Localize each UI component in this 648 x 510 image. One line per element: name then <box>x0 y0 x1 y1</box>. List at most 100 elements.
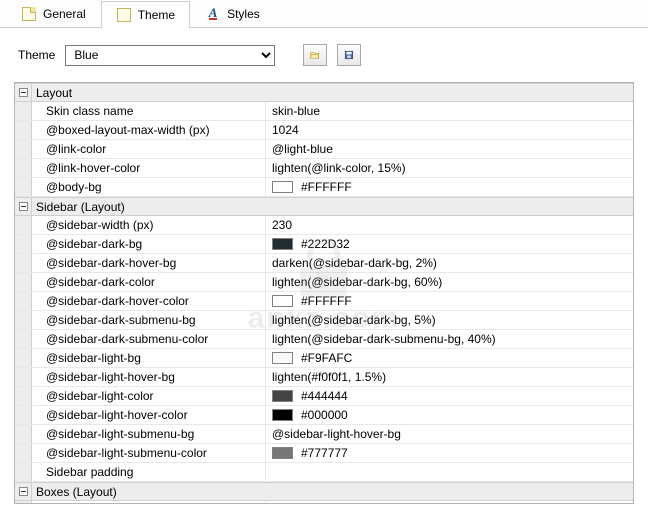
property-value-cell[interactable]: #222D32 <box>266 235 633 253</box>
theme-label: Theme <box>18 48 55 62</box>
property-value-cell[interactable]: #F4F4F4 <box>266 501 633 503</box>
row-gutter <box>15 254 32 272</box>
row-gutter <box>15 102 32 120</box>
property-name: @link-color <box>32 140 266 158</box>
row-gutter <box>15 501 32 503</box>
color-swatch <box>272 409 293 421</box>
property-value-cell[interactable]: 1024 <box>266 121 633 139</box>
color-swatch <box>272 352 293 364</box>
save-button[interactable] <box>337 44 361 66</box>
property-value: lighten(@sidebar-dark-bg, 5%) <box>272 313 436 327</box>
property-name: @box-border-color <box>32 501 266 503</box>
row-gutter <box>15 178 32 196</box>
row-gutter <box>15 216 32 234</box>
property-name: @sidebar-light-color <box>32 387 266 405</box>
row-gutter <box>15 235 32 253</box>
property-value: #FFFFFF <box>301 180 352 194</box>
property-value: @light-blue <box>272 142 333 156</box>
property-name: @sidebar-dark-bg <box>32 235 266 253</box>
property-row[interactable]: @sidebar-dark-bg#222D32 <box>15 235 633 254</box>
group-label: Boxes (Layout) <box>32 485 117 499</box>
grid-body[interactable]: LayoutSkin class nameskin-blue@boxed-lay… <box>15 83 633 503</box>
collapse-toggle[interactable] <box>15 483 32 500</box>
property-name: @sidebar-dark-hover-bg <box>32 254 266 272</box>
folder-open-icon <box>310 48 320 62</box>
property-value-cell[interactable]: #F9FAFC <box>266 349 633 367</box>
collapse-toggle[interactable] <box>15 198 32 215</box>
property-value-cell[interactable]: darken(@sidebar-dark-bg, 2%) <box>266 254 633 272</box>
row-gutter <box>15 330 32 348</box>
property-name: @sidebar-light-submenu-bg <box>32 425 266 443</box>
property-value-cell[interactable]: 230 <box>266 216 633 234</box>
property-row[interactable]: @link-color @light-blue <box>15 140 633 159</box>
property-row[interactable]: @sidebar-light-bg#F9FAFC <box>15 349 633 368</box>
property-row[interactable]: @sidebar-dark-submenu-colorlighten(@side… <box>15 330 633 349</box>
group-header[interactable]: Layout <box>15 83 633 102</box>
property-value-cell[interactable]: lighten(@sidebar-dark-submenu-bg, 40%) <box>266 330 633 348</box>
property-name: @sidebar-dark-submenu-color <box>32 330 266 348</box>
property-value-cell[interactable]: #000000 <box>266 406 633 424</box>
collapse-toggle[interactable] <box>15 84 32 101</box>
property-value: 1024 <box>272 123 299 137</box>
property-value-cell[interactable]: @sidebar-light-hover-bg <box>266 425 633 443</box>
property-row[interactable]: @boxed-layout-max-width (px)1024 <box>15 121 633 140</box>
color-swatch <box>272 447 293 459</box>
property-row[interactable]: @sidebar-light-hover-bg lighten(#f0f0f1, … <box>15 368 633 387</box>
property-value: lighten(#f0f0f1, 1.5%) <box>272 370 386 384</box>
property-value-cell[interactable]: #FFFFFF <box>266 178 633 196</box>
property-row[interactable]: @sidebar-light-submenu-bg@sidebar-light-… <box>15 425 633 444</box>
property-value-cell[interactable]: lighten(@link-color, 15%) <box>266 159 633 177</box>
property-grid: LayoutSkin class nameskin-blue@boxed-lay… <box>14 82 634 504</box>
tab-styles[interactable]: A Styles <box>190 0 275 28</box>
property-value: lighten(@sidebar-dark-bg, 60%) <box>272 275 442 289</box>
tab-theme[interactable]: Theme <box>101 1 190 29</box>
color-swatch <box>272 238 293 250</box>
tab-general[interactable]: General <box>6 0 101 28</box>
tab-label: Styles <box>227 7 260 21</box>
property-value-cell[interactable]: skin-blue <box>266 102 633 120</box>
row-gutter <box>15 444 32 462</box>
property-value: 230 <box>272 218 292 232</box>
property-value-cell[interactable]: #777777 <box>266 444 633 462</box>
property-row[interactable]: @sidebar-light-submenu-color#777777 <box>15 444 633 463</box>
property-value: #444444 <box>301 389 348 403</box>
property-row[interactable]: @body-bg #FFFFFF <box>15 178 633 197</box>
property-row[interactable]: @sidebar-dark-color lighten(@sidebar-dark… <box>15 273 633 292</box>
property-name: @body-bg <box>32 178 266 196</box>
open-button[interactable] <box>303 44 327 66</box>
property-row[interactable]: @sidebar-dark-submenu-bg lighten(@sidebar… <box>15 311 633 330</box>
property-value-cell[interactable]: @light-blue <box>266 140 633 158</box>
row-gutter <box>15 311 32 329</box>
property-value-cell[interactable]: lighten(@sidebar-dark-bg, 60%) <box>266 273 633 291</box>
property-row[interactable]: @box-border-color#F4F4F4 <box>15 501 633 503</box>
property-value-cell[interactable]: #FFFFFF <box>266 292 633 310</box>
property-value: #000000 <box>301 408 348 422</box>
save-icon <box>344 48 354 62</box>
property-row[interactable]: @link-hover-colorlighten(@link-color, 15… <box>15 159 633 178</box>
theme-row: Theme Blue <box>0 28 648 76</box>
property-name: @sidebar-dark-hover-color <box>32 292 266 310</box>
property-name: @sidebar-dark-submenu-bg <box>32 311 266 329</box>
property-value-cell[interactable]: #444444 <box>266 387 633 405</box>
property-row[interactable]: @sidebar-light-hover-color#000000 <box>15 406 633 425</box>
property-row[interactable]: @sidebar-width (px)230 <box>15 216 633 235</box>
theme-select[interactable]: Blue <box>65 45 275 66</box>
property-value: #FFFFFF <box>301 294 352 308</box>
group-header[interactable]: Sidebar (Layout) <box>15 197 633 216</box>
property-value-cell[interactable] <box>266 463 633 481</box>
property-name: @sidebar-dark-color <box>32 273 266 291</box>
property-row[interactable]: @sidebar-dark-hover-bgdarken(@sidebar-da… <box>15 254 633 273</box>
property-name: @link-hover-color <box>32 159 266 177</box>
property-value: #F9FAFC <box>301 351 352 365</box>
property-value-cell[interactable]: lighten(#f0f0f1, 1.5%) <box>266 368 633 386</box>
group-header[interactable]: Boxes (Layout) <box>15 482 633 501</box>
group-label: Sidebar (Layout) <box>32 200 125 214</box>
property-row[interactable]: @sidebar-light-color #444444 <box>15 387 633 406</box>
property-row[interactable]: @sidebar-dark-hover-color #FFFFFF <box>15 292 633 311</box>
property-row[interactable]: Sidebar padding <box>15 463 633 482</box>
note-icon <box>21 6 37 22</box>
property-row[interactable]: Skin class nameskin-blue <box>15 102 633 121</box>
row-gutter <box>15 292 32 310</box>
property-value-cell[interactable]: lighten(@sidebar-dark-bg, 5%) <box>266 311 633 329</box>
property-name: @sidebar-light-hover-bg <box>32 368 266 386</box>
